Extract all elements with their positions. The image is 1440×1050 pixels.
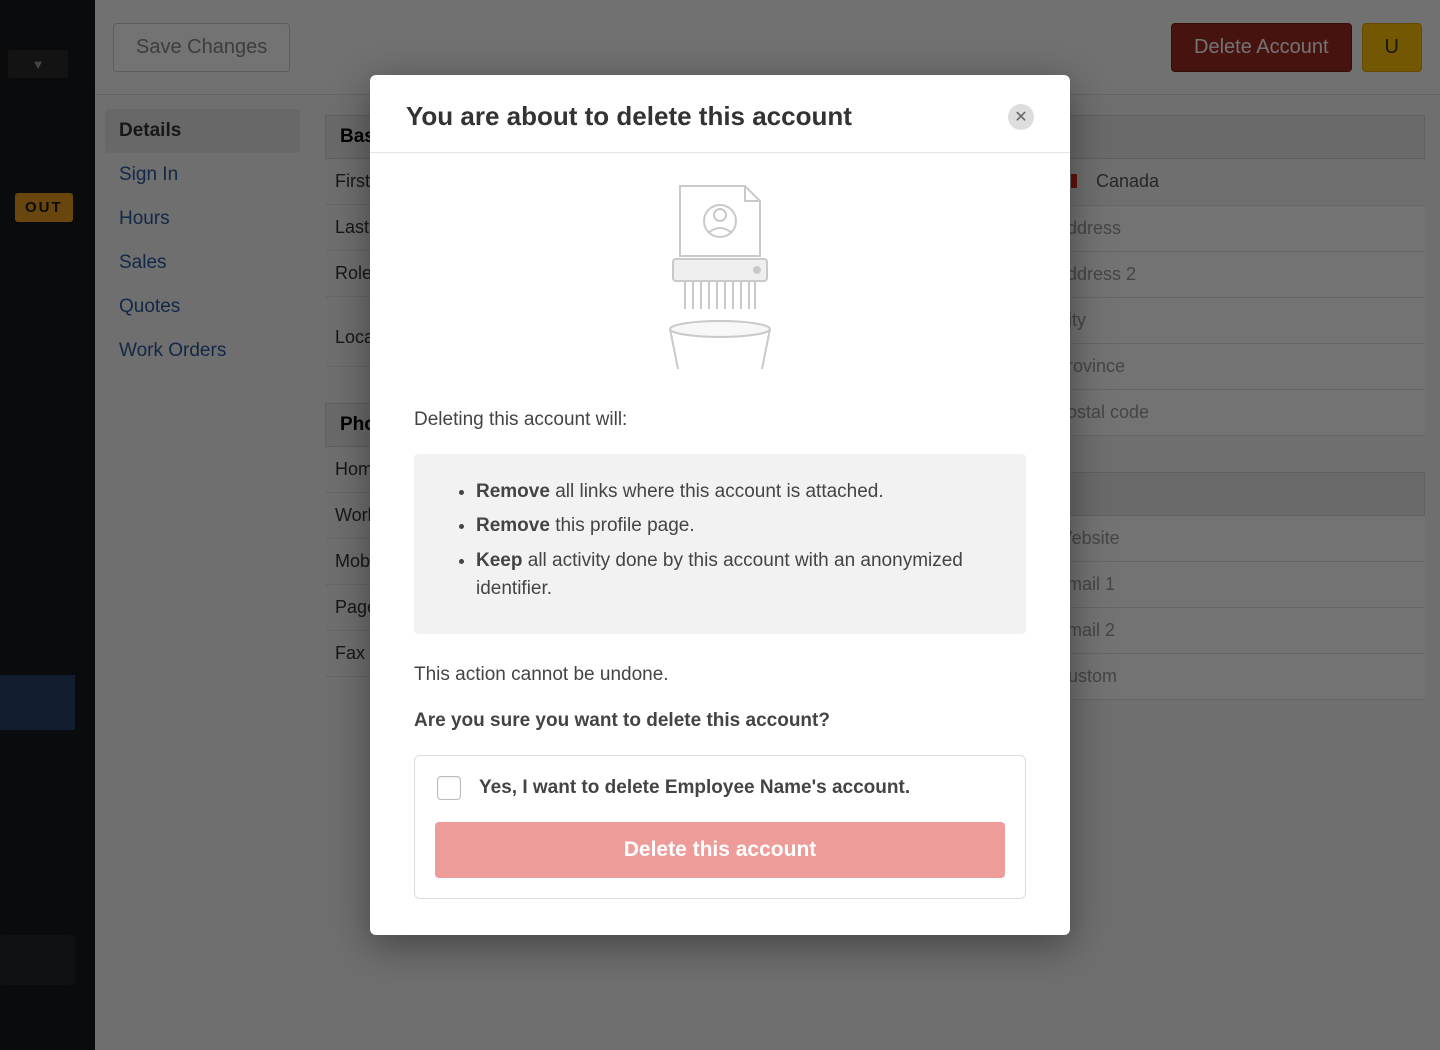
info-box: Remove all links where this account is a… bbox=[414, 454, 1026, 634]
confirm-checkbox[interactable] bbox=[437, 776, 461, 800]
modal-overlay[interactable]: You are about to delete this account ✕ bbox=[0, 0, 1440, 1050]
bullet-item: Remove all links where this account is a… bbox=[476, 478, 998, 507]
close-icon[interactable]: ✕ bbox=[1008, 104, 1034, 130]
shredder-illustration bbox=[414, 181, 1026, 371]
confirm-checkbox-label: Yes, I want to delete Employee Name's ac… bbox=[479, 777, 910, 799]
modal-header: You are about to delete this account ✕ bbox=[370, 75, 1070, 153]
confirm-question: Are you sure you want to delete this acc… bbox=[414, 708, 1026, 735]
bullet-item: Remove this profile page. bbox=[476, 512, 998, 541]
modal-title: You are about to delete this account bbox=[406, 101, 1008, 132]
modal-body: Deleting this account will: Remove all l… bbox=[370, 153, 1070, 935]
bullet-item: Keep all activity done by this account w… bbox=[476, 547, 998, 604]
delete-this-account-button[interactable]: Delete this account bbox=[435, 822, 1005, 878]
delete-account-modal: You are about to delete this account ✕ bbox=[370, 75, 1070, 935]
confirm-checkbox-row[interactable]: Yes, I want to delete Employee Name's ac… bbox=[435, 776, 1005, 800]
modal-warning: This action cannot be undone. bbox=[414, 662, 1026, 689]
modal-intro: Deleting this account will: bbox=[414, 407, 1026, 434]
confirm-panel: Yes, I want to delete Employee Name's ac… bbox=[414, 755, 1026, 899]
